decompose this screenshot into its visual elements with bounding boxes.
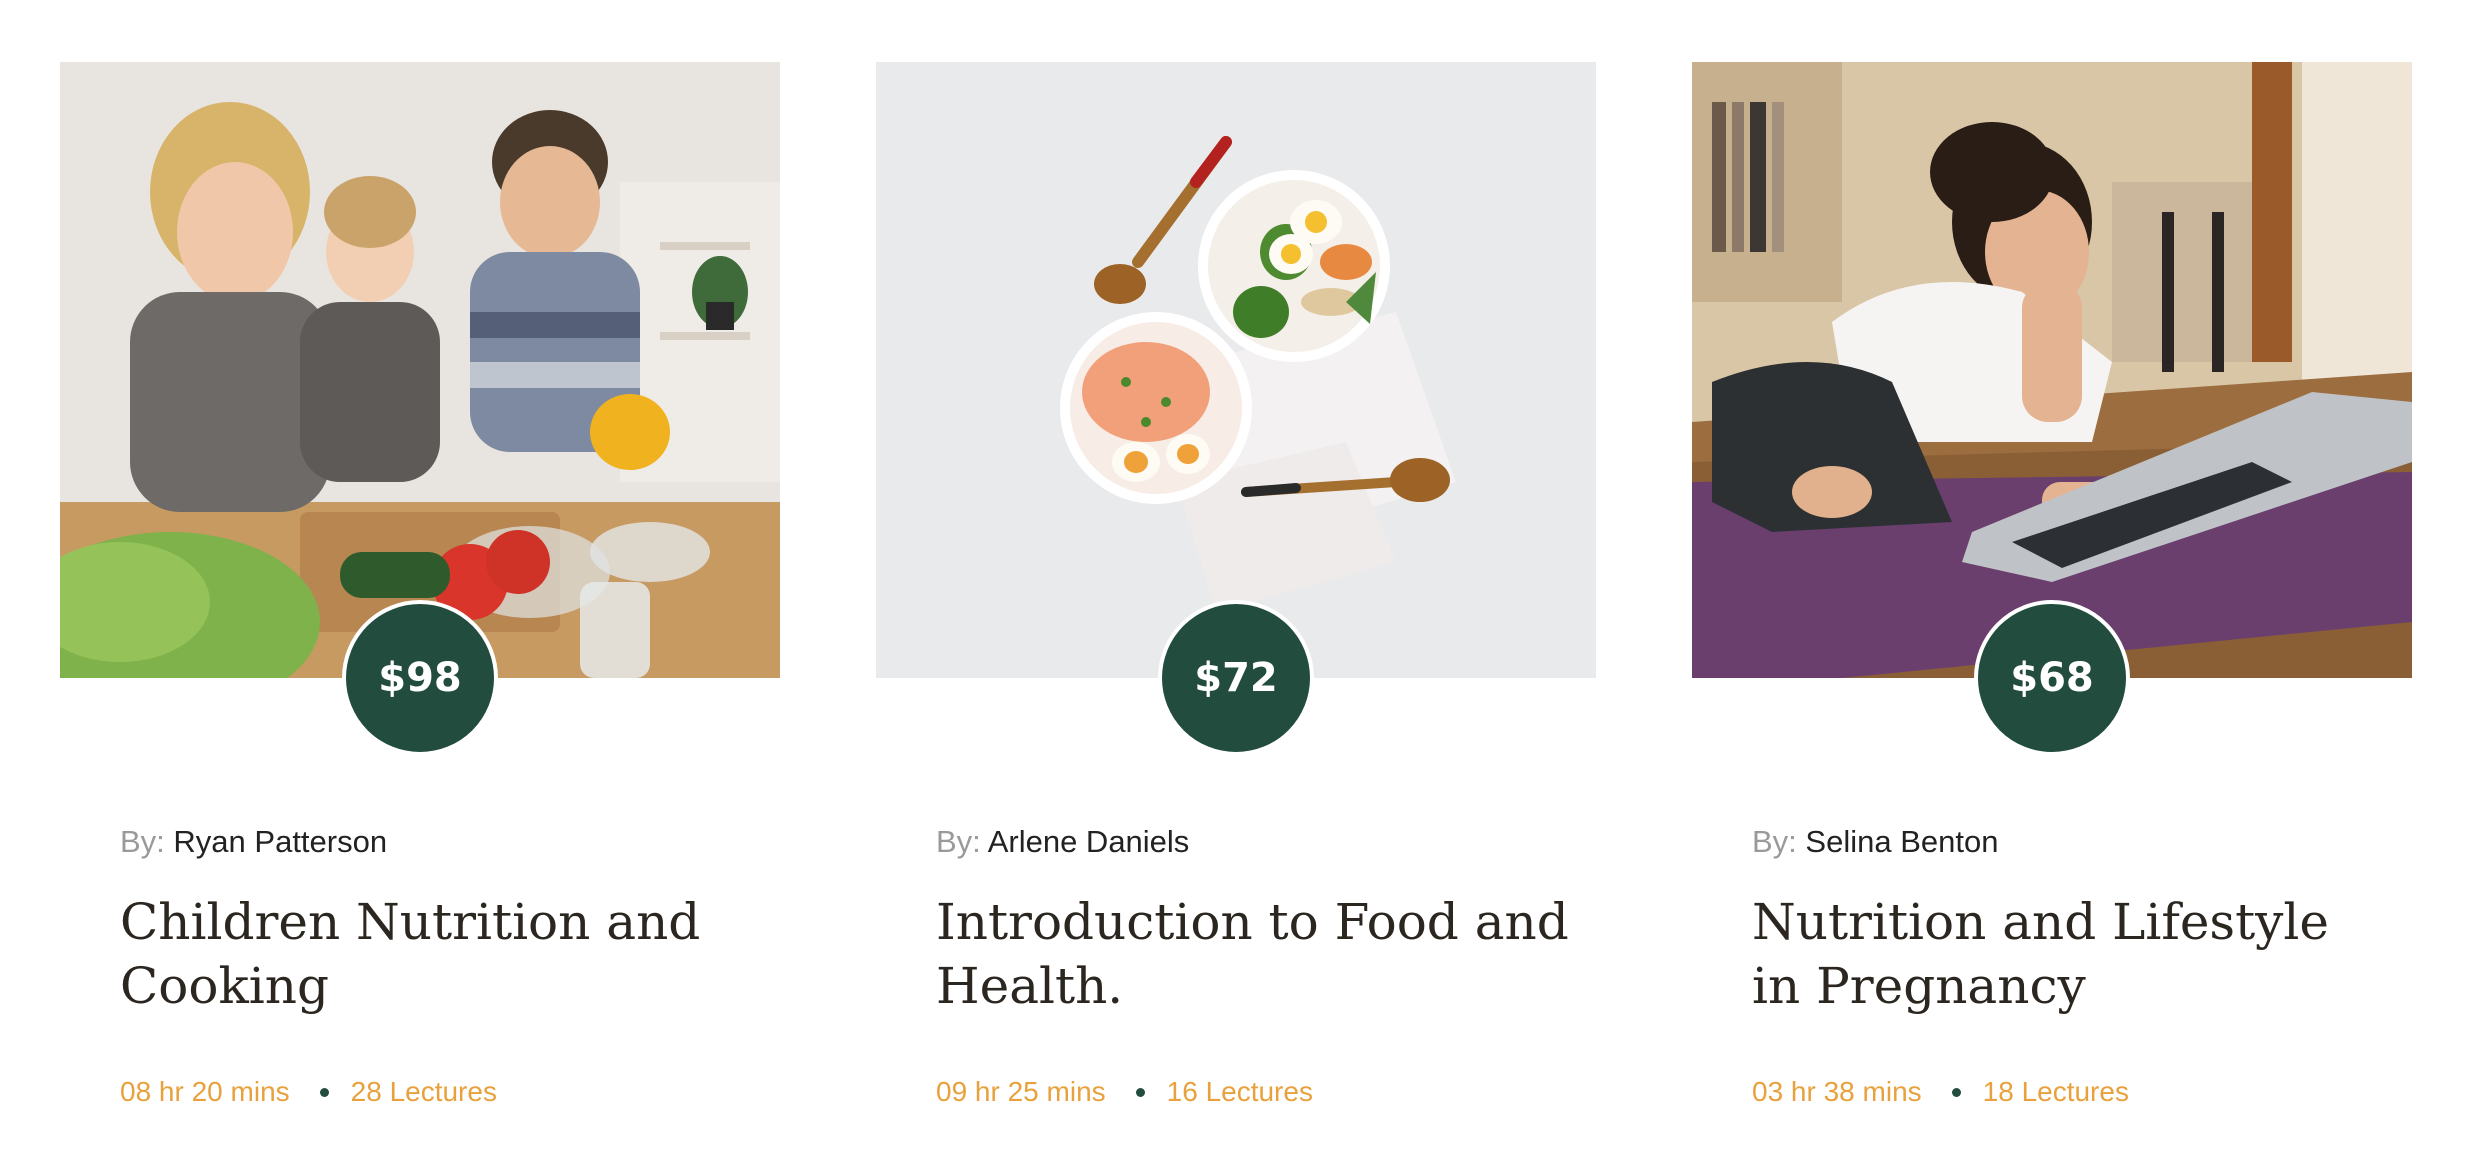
course-card: $68 By: Selina Benton Nutrition and Life… [1692, 62, 2412, 1122]
course-duration: 08 hr 20 mins [120, 1076, 290, 1107]
price-badge: $98 [342, 600, 498, 756]
course-image-pregnancy-laptop[interactable] [1692, 62, 2412, 678]
separator-dot-icon [1135, 1087, 1145, 1097]
by-label: By: [1752, 824, 1797, 859]
course-duration: 03 hr 38 mins [1752, 1076, 1922, 1107]
author-byline: By: Selina Benton [1752, 824, 1998, 860]
woman-laptop-illustration [1692, 62, 2412, 678]
course-duration: 09 hr 25 mins [936, 1076, 1106, 1107]
course-meta: 03 hr 38 mins 18 Lectures [1752, 1076, 2129, 1108]
course-title[interactable]: Introduction to Food and Health. [936, 890, 1576, 1018]
separator-dot-icon [319, 1087, 329, 1097]
course-image-family-cooking[interactable] [60, 62, 780, 678]
author-name[interactable]: Selina Benton [1805, 824, 1998, 859]
family-cooking-illustration [60, 62, 780, 678]
course-lectures: 18 Lectures [1982, 1076, 2129, 1107]
food-bowls-illustration [876, 62, 1596, 678]
course-card: $98 By: Ryan Patterson Children Nutritio… [60, 62, 780, 1122]
course-title[interactable]: Children Nutrition and Cooking [120, 890, 760, 1018]
price-badge: $68 [1974, 600, 2130, 756]
separator-dot-icon [1951, 1087, 1961, 1097]
course-lectures: 16 Lectures [1166, 1076, 1313, 1107]
course-lectures: 28 Lectures [350, 1076, 497, 1107]
course-grid: $98 By: Ryan Patterson Children Nutritio… [60, 62, 2412, 1122]
course-meta: 08 hr 20 mins 28 Lectures [120, 1076, 497, 1108]
author-byline: By: Arlene Daniels [936, 824, 1189, 860]
course-meta: 09 hr 25 mins 16 Lectures [936, 1076, 1313, 1108]
author-name[interactable]: Arlene Daniels [988, 824, 1190, 859]
author-name[interactable]: Ryan Patterson [173, 824, 387, 859]
by-label: By: [936, 824, 981, 859]
course-image-food-bowls[interactable] [876, 62, 1596, 678]
price-badge: $72 [1158, 600, 1314, 756]
course-card: $72 By: Arlene Daniels Introduction to F… [876, 62, 1596, 1122]
course-title[interactable]: Nutrition and Lifestyle in Pregnancy [1752, 890, 2392, 1018]
author-byline: By: Ryan Patterson [120, 824, 387, 860]
by-label: By: [120, 824, 165, 859]
